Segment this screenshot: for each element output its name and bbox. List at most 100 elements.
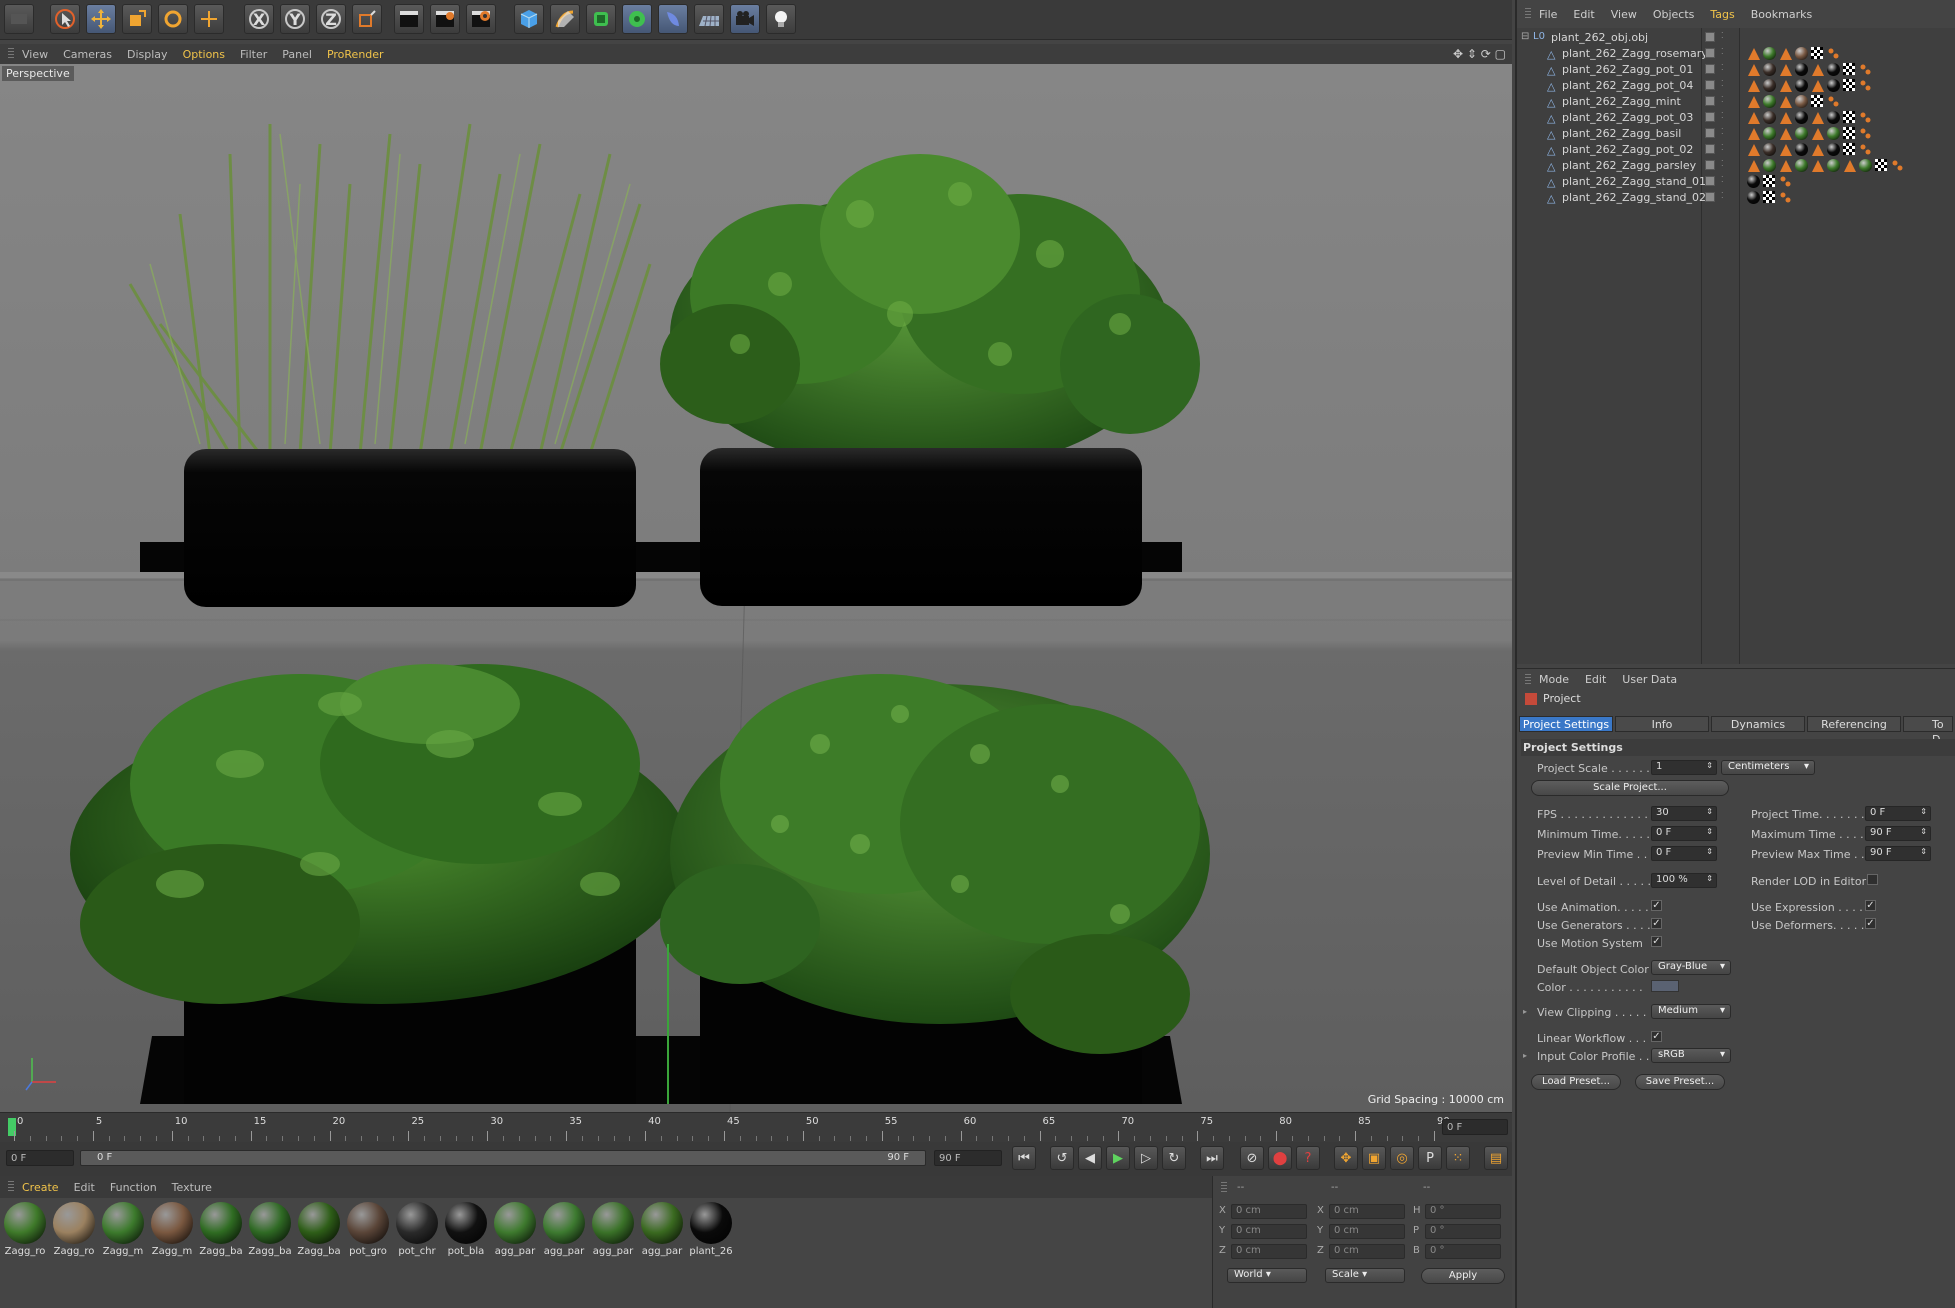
render-dots[interactable]: ⁚ bbox=[1721, 111, 1724, 120]
visibility-toggle[interactable] bbox=[1705, 64, 1715, 74]
phong-tag-icon[interactable] bbox=[1811, 79, 1825, 93]
material-swatch[interactable]: Zagg_ro bbox=[51, 1202, 97, 1257]
phong-tag-icon[interactable] bbox=[1747, 63, 1761, 77]
viewport-nav-icons[interactable]: ✥ ⇕ ⟳ ▢ bbox=[1453, 47, 1506, 61]
selection-tag-icon[interactable] bbox=[1779, 191, 1793, 205]
material-menu-edit[interactable]: Edit bbox=[74, 1181, 95, 1194]
obj-menu-file[interactable]: File bbox=[1539, 8, 1557, 21]
material-tag-icon[interactable] bbox=[1763, 127, 1776, 140]
phong-tag-icon[interactable] bbox=[1811, 63, 1825, 77]
phong-tag-icon[interactable] bbox=[1843, 159, 1857, 173]
material-tag-icon[interactable] bbox=[1795, 159, 1808, 172]
uvw-tag-icon[interactable] bbox=[1843, 111, 1855, 123]
phong-tag-icon[interactable] bbox=[1779, 111, 1793, 125]
material-tag-icon[interactable] bbox=[1763, 143, 1776, 156]
phong-tag-icon[interactable] bbox=[1747, 111, 1761, 125]
light-icon[interactable] bbox=[766, 4, 796, 34]
material-tag-icon[interactable] bbox=[1747, 191, 1760, 204]
prev-key-icon[interactable]: ↺ bbox=[1050, 1146, 1074, 1170]
material-tag-icon[interactable] bbox=[1795, 143, 1808, 156]
attr-menu-mode[interactable]: Mode bbox=[1539, 673, 1569, 686]
color-swatch[interactable] bbox=[1651, 980, 1679, 992]
uvw-tag-icon[interactable] bbox=[1763, 191, 1775, 203]
autokey-icon[interactable]: ? bbox=[1296, 1146, 1320, 1170]
viewport-menu-cameras[interactable]: Cameras bbox=[63, 48, 112, 61]
load-preset-button[interactable]: Load Preset... bbox=[1531, 1074, 1621, 1090]
select-icon[interactable] bbox=[50, 4, 80, 34]
rotate-icon[interactable] bbox=[158, 4, 188, 34]
goto-start-icon[interactable]: ⏮ bbox=[1012, 1146, 1036, 1170]
selection-tag-icon[interactable] bbox=[1891, 159, 1905, 173]
grip-handle[interactable] bbox=[1221, 1182, 1227, 1194]
material-swatch[interactable]: Zagg_ba bbox=[296, 1202, 342, 1257]
save-preset-button[interactable]: Save Preset... bbox=[1635, 1074, 1725, 1090]
expand-toggle-icon[interactable]: ⊟ bbox=[1521, 31, 1529, 42]
start-frame-field[interactable]: 0 F bbox=[6, 1150, 74, 1166]
uvw-tag-icon[interactable] bbox=[1843, 79, 1855, 91]
key-position-icon[interactable]: ✥ bbox=[1334, 1146, 1358, 1170]
phong-tag-icon[interactable] bbox=[1747, 143, 1761, 157]
coord-value-field[interactable]: 0 ° bbox=[1425, 1244, 1501, 1259]
x-axis-button[interactable]: X bbox=[244, 4, 274, 34]
use-generators-checkbox[interactable]: ✓ bbox=[1651, 918, 1662, 929]
uvw-tag-icon[interactable] bbox=[1843, 143, 1855, 155]
timeline-window-icon[interactable]: ▤ bbox=[1484, 1146, 1508, 1170]
material-swatch[interactable]: agg_par bbox=[639, 1202, 685, 1257]
visibility-toggle[interactable] bbox=[1705, 48, 1715, 58]
preview-max-field[interactable]: 90 F ⇕ bbox=[1865, 846, 1931, 861]
material-tag-icon[interactable] bbox=[1827, 143, 1840, 156]
phong-tag-icon[interactable] bbox=[1811, 127, 1825, 141]
tab-project-settings[interactable]: Project Settings bbox=[1519, 716, 1613, 732]
end-frame-field[interactable]: 90 F bbox=[934, 1150, 1002, 1166]
visibility-toggle[interactable] bbox=[1705, 96, 1715, 106]
obj-menu-objects[interactable]: Objects bbox=[1653, 8, 1695, 21]
use-deformers-checkbox[interactable]: ✓ bbox=[1865, 918, 1876, 929]
render-dots[interactable]: ⁚ bbox=[1721, 175, 1724, 184]
array-icon[interactable] bbox=[622, 4, 652, 34]
project-scale-field[interactable]: 1 ⇕ bbox=[1651, 760, 1717, 775]
material-tag-icon[interactable] bbox=[1763, 95, 1776, 108]
move-icon[interactable] bbox=[86, 4, 116, 34]
viewport-menu-display[interactable]: Display bbox=[127, 48, 168, 61]
coord-value-field[interactable]: 0 cm bbox=[1329, 1244, 1405, 1259]
material-tag-icon[interactable] bbox=[1795, 111, 1808, 124]
use-motion-checkbox[interactable]: ✓ bbox=[1651, 936, 1662, 947]
material-tag-icon[interactable] bbox=[1795, 63, 1808, 76]
viewport-menu-prorender[interactable]: ProRender bbox=[327, 48, 384, 61]
coord-value-field[interactable]: 0 cm bbox=[1329, 1224, 1405, 1239]
use-expression-checkbox[interactable]: ✓ bbox=[1865, 900, 1876, 911]
record-icon[interactable]: ⬤ bbox=[1268, 1146, 1292, 1170]
visibility-toggle[interactable] bbox=[1705, 128, 1715, 138]
camera-label[interactable]: Perspective bbox=[2, 66, 74, 81]
render-dots[interactable]: ⁚ bbox=[1721, 159, 1724, 168]
material-swatch[interactable]: plant_26 bbox=[688, 1202, 734, 1257]
obj-menu-tags[interactable]: Tags bbox=[1710, 8, 1734, 21]
attr-menu-userdata[interactable]: User Data bbox=[1622, 673, 1677, 686]
phong-tag-icon[interactable] bbox=[1811, 159, 1825, 173]
plus-move-icon[interactable] bbox=[194, 4, 224, 34]
material-swatch[interactable]: pot_bla bbox=[443, 1202, 489, 1257]
unit-dropdown[interactable]: Centimeters ▾ bbox=[1721, 760, 1815, 775]
render-lod-checkbox[interactable] bbox=[1867, 874, 1878, 885]
material-swatch[interactable]: pot_chr bbox=[394, 1202, 440, 1257]
visibility-toggle[interactable] bbox=[1705, 192, 1715, 202]
render-dots[interactable]: ⁚ bbox=[1721, 95, 1724, 104]
current-frame-field[interactable]: 0 F bbox=[1442, 1119, 1508, 1135]
uvw-tag-icon[interactable] bbox=[1763, 175, 1775, 187]
phong-tag-icon[interactable] bbox=[1747, 95, 1761, 109]
visibility-toggle[interactable] bbox=[1705, 80, 1715, 90]
selection-tag-icon[interactable] bbox=[1859, 63, 1873, 77]
coord-value-field[interactable]: 0 ° bbox=[1425, 1204, 1501, 1219]
uvw-tag-icon[interactable] bbox=[1875, 159, 1887, 171]
key-rotation-icon[interactable]: ◎ bbox=[1390, 1146, 1414, 1170]
tab-todo[interactable]: To D bbox=[1903, 716, 1953, 746]
fps-field[interactable]: 30 ⇕ bbox=[1651, 806, 1717, 821]
undo-icon[interactable] bbox=[4, 4, 34, 34]
pen-icon[interactable] bbox=[550, 4, 580, 34]
goto-end-icon[interactable]: ⏭ bbox=[1200, 1146, 1224, 1170]
tab-info[interactable]: Info bbox=[1615, 716, 1709, 732]
default-color-dropdown[interactable]: Gray-Blue ▾ bbox=[1651, 960, 1731, 975]
material-tag-icon[interactable] bbox=[1827, 79, 1840, 92]
coord-value-field[interactable]: 0 cm bbox=[1231, 1204, 1307, 1219]
material-menu-function[interactable]: Function bbox=[110, 1181, 157, 1194]
